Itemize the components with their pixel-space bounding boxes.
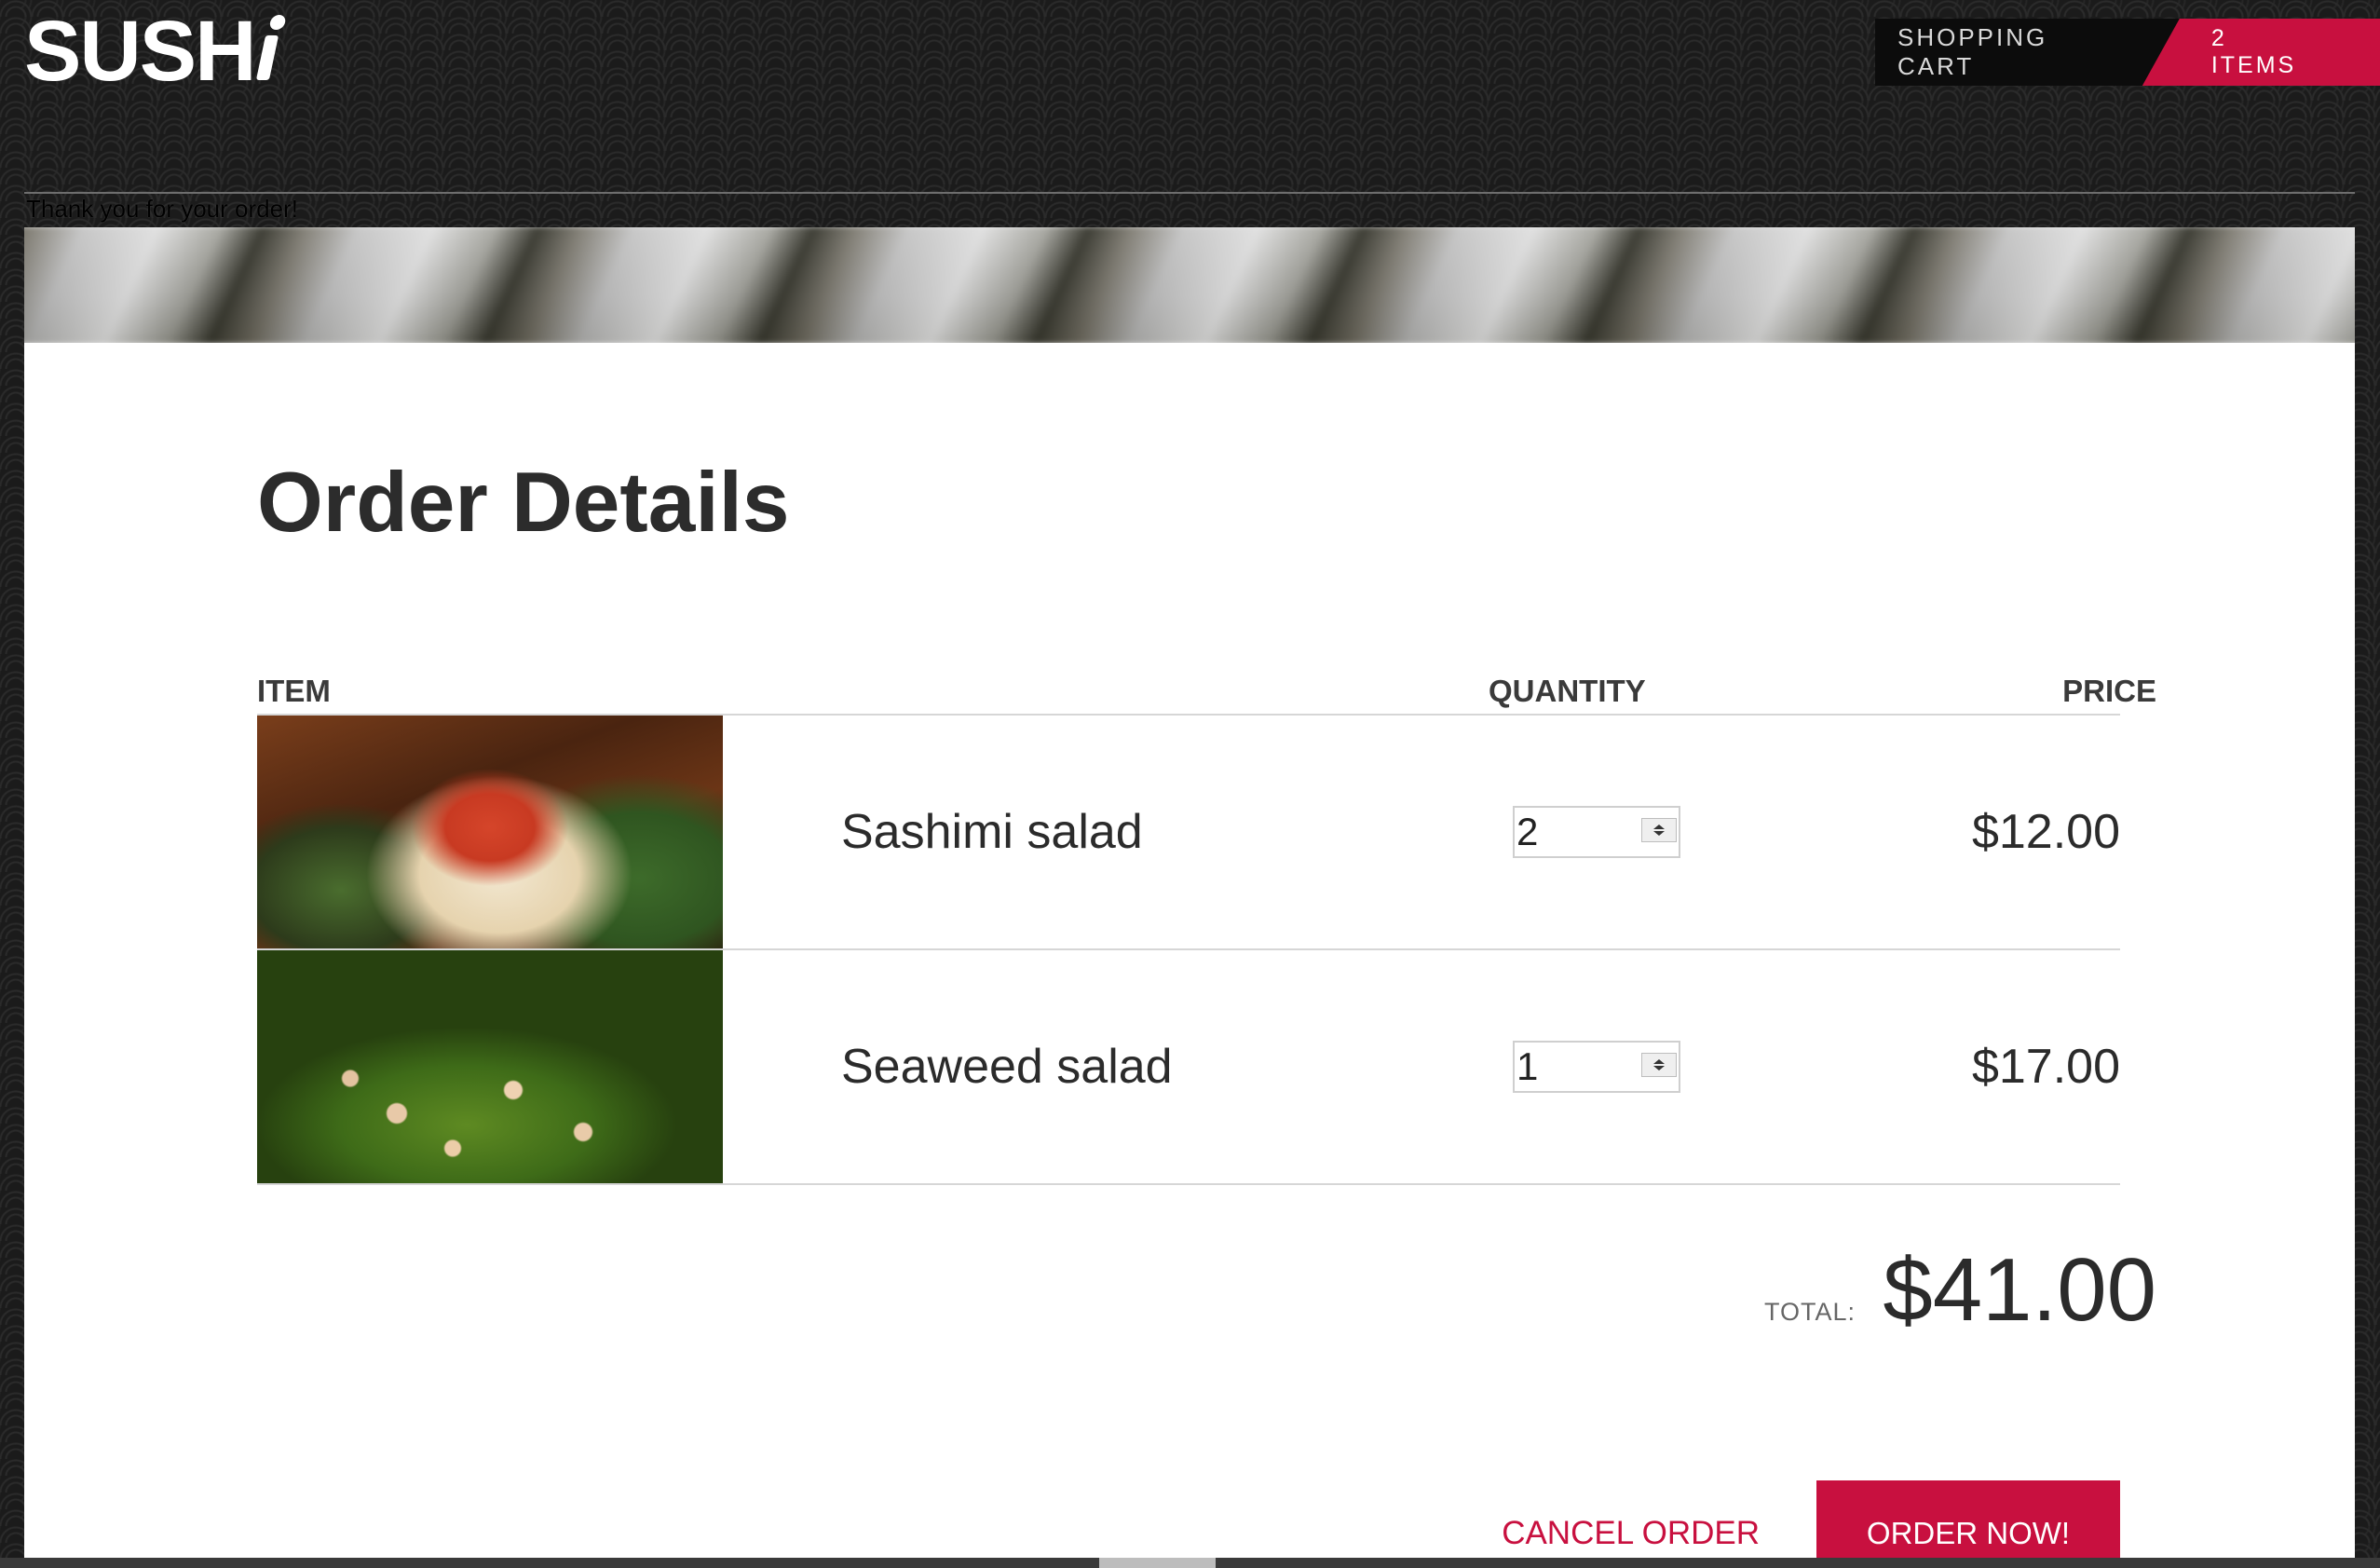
quantity-spinner-arrows[interactable] <box>1641 818 1677 842</box>
order-panel: Order Details ITEM QUANTITY PRICE Sashim… <box>24 227 2355 1568</box>
sashimi-salad-photo <box>257 716 723 948</box>
page-title: Order Details <box>257 456 790 550</box>
total-value: $41.00 <box>1883 1240 2156 1340</box>
table-row: Seaweed salad $17.00 <box>257 950 2120 1183</box>
seaweed-salad-photo <box>257 950 723 1183</box>
row-divider <box>257 1183 2120 1185</box>
logo-text: SUSH <box>24 4 257 99</box>
item-name: Sashimi salad <box>841 805 1143 859</box>
order-now-button[interactable]: ORDER NOW! <box>1816 1480 2120 1568</box>
item-price: $17.00 <box>1971 1040 2120 1094</box>
table-row: Sashimi salad $12.00 <box>257 716 2120 948</box>
item-name: Seaweed salad <box>841 1040 1173 1094</box>
sushi-logo[interactable]: SUSH <box>24 4 279 99</box>
thank-you-message: Thank you for your order! <box>26 195 298 223</box>
page: { "brand": { "logo_text": "SUSH" }, "car… <box>0 0 2380 1568</box>
total-label: TOTAL: <box>1763 1298 1856 1326</box>
column-header-item: ITEM <box>257 674 331 708</box>
logo-i-mark <box>255 35 279 80</box>
column-header-quantity: QUANTITY <box>1489 674 1646 708</box>
item-price: $12.00 <box>1971 805 2120 859</box>
quantity-spinner-arrows[interactable] <box>1641 1053 1677 1077</box>
scroll-thumb[interactable] <box>1099 1558 1216 1568</box>
cancel-order-link[interactable]: CANCEL ORDER <box>1502 1515 1760 1552</box>
shopping-cart-label[interactable]: SHOPPING CART <box>1875 19 2180 86</box>
divider <box>24 192 2355 194</box>
shopping-cart[interactable]: SHOPPING CART 2 ITEMS <box>1875 19 2380 86</box>
banner-image <box>24 227 2355 343</box>
cart-item-count[interactable]: 2 ITEMS <box>2142 19 2380 86</box>
column-header-price: PRICE <box>2062 674 2156 708</box>
